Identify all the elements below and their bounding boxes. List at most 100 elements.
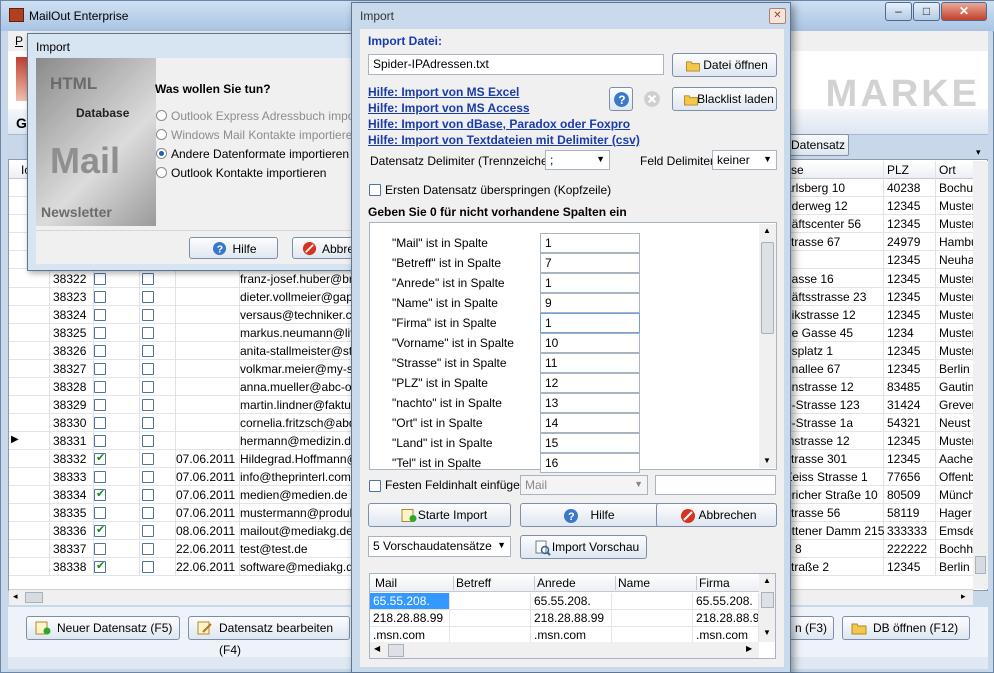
row-checkbox[interactable]	[142, 543, 154, 555]
row-checkbox[interactable]	[94, 399, 106, 411]
help-link-csv[interactable]: Hilfe: Import von Textdateien mit Delimi…	[368, 133, 640, 147]
field-delimiter-select[interactable]: keiner ▼	[712, 150, 777, 170]
scroll-down-icon[interactable]: ▼	[763, 456, 771, 465]
db-open-button[interactable]: DB öffnen (F12)	[842, 616, 970, 640]
mapping-column-input[interactable]: 14	[540, 413, 640, 433]
row-checkbox[interactable]	[94, 451, 106, 465]
row-checkbox[interactable]	[142, 381, 154, 393]
row-checkbox[interactable]	[94, 327, 106, 339]
menu-item-first[interactable]: P	[15, 34, 23, 48]
edit-record-button[interactable]: Datensatz bearbeiten (F4)	[188, 616, 350, 657]
mapping-column-input[interactable]: 12	[540, 373, 640, 393]
preview-cell[interactable]: 218.28.88.99	[531, 610, 612, 627]
mapping-column-input[interactable]: 16	[540, 453, 640, 473]
preview-horizontal-scrollbar[interactable]: ◀ ▶	[370, 642, 759, 658]
scroll-up-icon[interactable]: ▲	[763, 226, 771, 235]
preview-cell[interactable]	[612, 610, 693, 627]
row-checkbox[interactable]	[142, 327, 154, 339]
row-checkbox[interactable]	[142, 489, 154, 501]
scroll-left-icon[interactable]: ◀	[374, 644, 380, 653]
preview-col-header[interactable]: Betreff	[453, 576, 530, 590]
preview-cell[interactable]: 218.28.88.99	[693, 610, 759, 627]
preview-cell[interactable]: 65.55.208.	[693, 593, 759, 610]
import-preview-button[interactable]: Import Vorschau	[520, 535, 647, 559]
preview-count-select[interactable]: 5 Vorschaudatensätze ▼	[368, 536, 511, 557]
row-checkbox[interactable]	[94, 345, 106, 357]
mapping-column-input[interactable]: 1	[540, 313, 640, 333]
mapping-column-input[interactable]: 13	[540, 393, 640, 413]
minimize-icon[interactable]: –	[885, 2, 912, 21]
col-header-plz[interactable]: PLZ	[887, 163, 909, 177]
new-record-button[interactable]: Neuer Datensatz (F5)	[26, 616, 180, 640]
row-checkbox[interactable]	[94, 381, 106, 393]
scroll-right-icon[interactable]: ▸	[961, 591, 966, 602]
import-option-label[interactable]: Andere Datenformate importieren	[171, 147, 349, 161]
preview-col-header[interactable]: Mail	[373, 576, 449, 590]
help-button[interactable]: ? Hilfe	[520, 503, 663, 527]
scroll-thumb[interactable]	[25, 592, 43, 603]
help-link-excel[interactable]: Hilfe: Import von MS Excel	[368, 85, 519, 99]
row-checkbox[interactable]	[142, 435, 154, 447]
row-checkbox[interactable]	[94, 417, 106, 429]
row-checkbox[interactable]	[142, 417, 154, 429]
record-delimiter-select[interactable]: ; ▼	[545, 150, 610, 170]
row-checkbox[interactable]	[94, 471, 106, 483]
mapping-column-input[interactable]: 10	[540, 333, 640, 353]
mapping-column-input[interactable]: 9	[540, 293, 640, 313]
scroll-left-icon[interactable]: ◂	[13, 591, 18, 602]
f3-button[interactable]: n (F3)	[788, 616, 834, 640]
cancel-button[interactable]: Abbrechen	[656, 503, 777, 527]
preview-col-header[interactable]: Anrede	[534, 576, 611, 590]
close-icon[interactable]: ✕	[941, 2, 987, 21]
preview-col-header[interactable]: Firma	[696, 576, 758, 590]
close-icon[interactable]: ✕	[769, 8, 786, 24]
scroll-down-icon[interactable]: ▼	[763, 628, 771, 637]
row-checkbox[interactable]	[94, 363, 106, 375]
row-checkbox[interactable]	[94, 291, 106, 303]
file-path-input[interactable]: Spider-IPAdressen.txt	[368, 54, 664, 75]
scroll-up-icon[interactable]: ▲	[763, 576, 771, 585]
mapping-column-input[interactable]: 7	[540, 253, 640, 273]
preview-cell[interactable]: 65.55.208.	[370, 593, 450, 610]
grid-vertical-scrollbar[interactable]	[973, 161, 988, 589]
row-checkbox[interactable]	[142, 291, 154, 303]
row-checkbox[interactable]	[94, 487, 106, 501]
dropdown-chevron-icon[interactable]: ▾	[976, 147, 981, 158]
preview-cell[interactable]: 65.55.208.	[531, 593, 612, 610]
row-checkbox[interactable]	[94, 543, 106, 555]
row-checkbox[interactable]	[142, 561, 154, 573]
scroll-thumb[interactable]	[761, 242, 774, 334]
mapping-column-input[interactable]: 1	[540, 273, 640, 293]
row-checkbox[interactable]	[142, 471, 154, 483]
import-option-radio[interactable]	[156, 148, 167, 159]
import-option-label[interactable]: Outlook Kontakte importieren	[171, 166, 326, 180]
row-checkbox[interactable]	[94, 309, 106, 321]
preview-cell[interactable]	[450, 610, 531, 627]
preview-cell[interactable]	[612, 593, 693, 610]
col-header-ort[interactable]: Ort	[939, 163, 956, 177]
col-header-street[interactable]: se	[791, 163, 804, 177]
row-checkbox[interactable]	[94, 523, 106, 537]
scroll-thumb[interactable]	[388, 644, 404, 657]
maximize-icon[interactable]: □	[913, 2, 940, 21]
row-checkbox[interactable]	[142, 345, 154, 357]
load-blacklist-button[interactable]: Blacklist laden	[672, 87, 777, 111]
row-checkbox[interactable]	[142, 399, 154, 411]
preview-cell[interactable]: 218.28.88.99	[370, 610, 450, 627]
start-import-button[interactable]: Starte Import	[368, 503, 511, 527]
help-link-access[interactable]: Hilfe: Import von MS Access	[368, 101, 530, 115]
mapping-scrollbar[interactable]: ▲ ▼	[759, 224, 776, 468]
row-checkbox[interactable]	[142, 453, 154, 465]
help-icon-button[interactable]: ?	[609, 87, 633, 111]
preview-col-header[interactable]: Name	[615, 576, 692, 590]
import-option-radio[interactable]	[156, 167, 167, 178]
fixed-field-checkbox[interactable]	[369, 480, 381, 492]
scroll-thumb[interactable]	[975, 556, 986, 574]
tab-label[interactable]: G	[16, 115, 27, 131]
mapping-column-input[interactable]: 11	[540, 353, 640, 373]
fixed-field-select[interactable]: Mail ▼	[520, 475, 648, 495]
help-link-dbase[interactable]: Hilfe: Import von dBase, Paradox oder Fo…	[368, 117, 630, 131]
mapping-column-input[interactable]: 1	[540, 233, 640, 253]
mapping-column-input[interactable]: 15	[540, 433, 640, 453]
fixed-field-input[interactable]	[655, 475, 776, 495]
